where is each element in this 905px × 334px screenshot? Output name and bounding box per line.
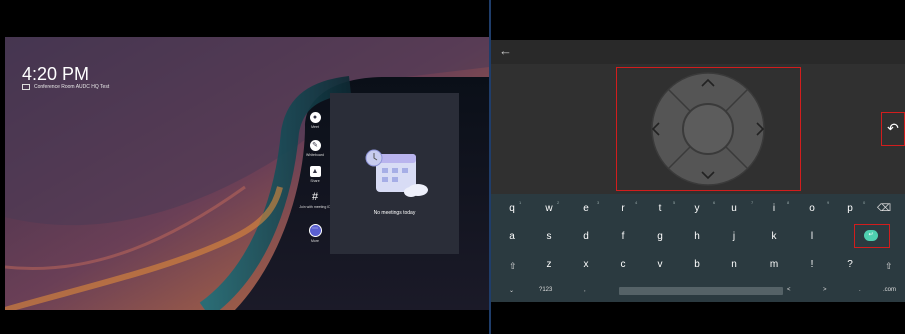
key-r[interactable]: r <box>610 203 636 214</box>
dock-label: Share <box>310 179 320 183</box>
meetings-panel: No meetings today <box>330 93 459 254</box>
shift-right-icon[interactable]: ⇧ <box>885 261 893 272</box>
share-icon: ▲ <box>309 166 321 177</box>
key-k[interactable]: k <box>761 231 787 242</box>
dock-join[interactable]: # Join with meeting ID <box>299 191 331 210</box>
return-button[interactable]: ↶ <box>881 112 905 146</box>
key-exclamation[interactable]: ! <box>799 259 825 270</box>
period-key[interactable]: . <box>859 287 861 293</box>
key-n[interactable]: n <box>721 259 747 270</box>
key-d[interactable]: d <box>573 231 599 242</box>
key-hint: 2 <box>557 200 560 205</box>
cursor-right-key[interactable]: > <box>823 287 827 293</box>
key-hint: 3 <box>597 200 600 205</box>
dock-label: Join with meeting ID <box>299 205 331 209</box>
more-icon: ⋯ <box>308 224 322 237</box>
cursor-left-key[interactable]: < <box>787 287 791 293</box>
dock-label: Whiteboard <box>306 153 324 157</box>
key-c[interactable]: c <box>610 259 636 270</box>
space-key[interactable] <box>619 287 783 295</box>
chevron-down-icon[interactable]: ⌄ <box>509 287 514 294</box>
calendar-illustration-icon <box>365 149 428 197</box>
key-v[interactable]: v <box>647 259 673 270</box>
key-hint: 6 <box>713 200 716 205</box>
whiteboard-icon: ✎ <box>309 140 321 151</box>
top-bar <box>491 40 905 64</box>
key-g[interactable]: g <box>647 231 673 242</box>
key-m[interactable]: m <box>761 259 787 270</box>
clock: 4:20 PM <box>22 64 90 84</box>
key-f[interactable]: f <box>610 231 636 242</box>
dock-more[interactable]: ⋯ More <box>299 224 331 243</box>
dpad-control[interactable] <box>645 71 771 187</box>
key-hint: 9 <box>827 200 830 205</box>
dock-share[interactable]: ▲ Share <box>299 166 331 183</box>
symbols-key[interactable]: ?123 <box>539 287 552 293</box>
teams-room-screen: 4:20 PM Conference Room AUDC HQ Test ● M… <box>0 0 490 334</box>
hash-icon: # <box>311 191 319 203</box>
shift-left-icon[interactable]: ⇧ <box>509 261 517 272</box>
no-meetings-text: No meetings today <box>373 210 416 216</box>
key-question[interactable]: ? <box>837 259 863 270</box>
back-arrow-icon[interactable]: ← <box>499 40 512 62</box>
meet-icon: ● <box>309 112 321 123</box>
key-u[interactable]: u <box>721 203 747 214</box>
key-x[interactable]: x <box>573 259 599 270</box>
key-l[interactable]: l <box>799 231 825 242</box>
key-hint: 7 <box>751 200 754 205</box>
key-hint: 0 <box>863 200 866 205</box>
key-hint: 5 <box>673 200 676 205</box>
remote-control-screen: ← ↶ q w e r t y u i o p ⌫ 1 2 3 4 5 6 7 … <box>491 0 905 334</box>
enter-icon: ↵ <box>864 230 878 241</box>
key-hint: 8 <box>787 200 790 205</box>
room-name: Conference Room AUDC HQ Test <box>22 84 109 90</box>
key-e[interactable]: e <box>573 203 599 214</box>
dotcom-key[interactable]: .com <box>883 287 896 293</box>
key-z[interactable]: z <box>536 259 562 270</box>
key-o[interactable]: o <box>799 203 825 214</box>
room-icon <box>22 84 30 90</box>
key-hint: 4 <box>635 200 638 205</box>
undo-icon: ↶ <box>887 120 899 136</box>
room-label: Conference Room AUDC HQ Test <box>34 84 110 90</box>
key-a[interactable]: a <box>499 231 525 242</box>
backspace-icon[interactable]: ⌫ <box>877 203 891 214</box>
key-t[interactable]: t <box>647 203 673 214</box>
key-h[interactable]: h <box>684 231 710 242</box>
key-p[interactable]: p <box>837 203 863 214</box>
key-hint: 1 <box>519 200 522 205</box>
comma-key[interactable]: , <box>584 287 586 293</box>
key-i[interactable]: i <box>761 203 787 214</box>
enter-key[interactable]: ↵ <box>854 224 890 248</box>
key-s[interactable]: s <box>536 231 562 242</box>
dock-whiteboard[interactable]: ✎ Whiteboard <box>299 140 331 157</box>
dock-label: More <box>311 239 319 243</box>
key-j[interactable]: j <box>721 231 747 242</box>
dpad-center-button[interactable] <box>682 103 734 155</box>
key-b[interactable]: b <box>684 259 710 270</box>
dock-label: Meet <box>311 125 319 129</box>
key-y[interactable]: y <box>684 203 710 214</box>
dock-meet[interactable]: ● Meet <box>299 112 331 129</box>
